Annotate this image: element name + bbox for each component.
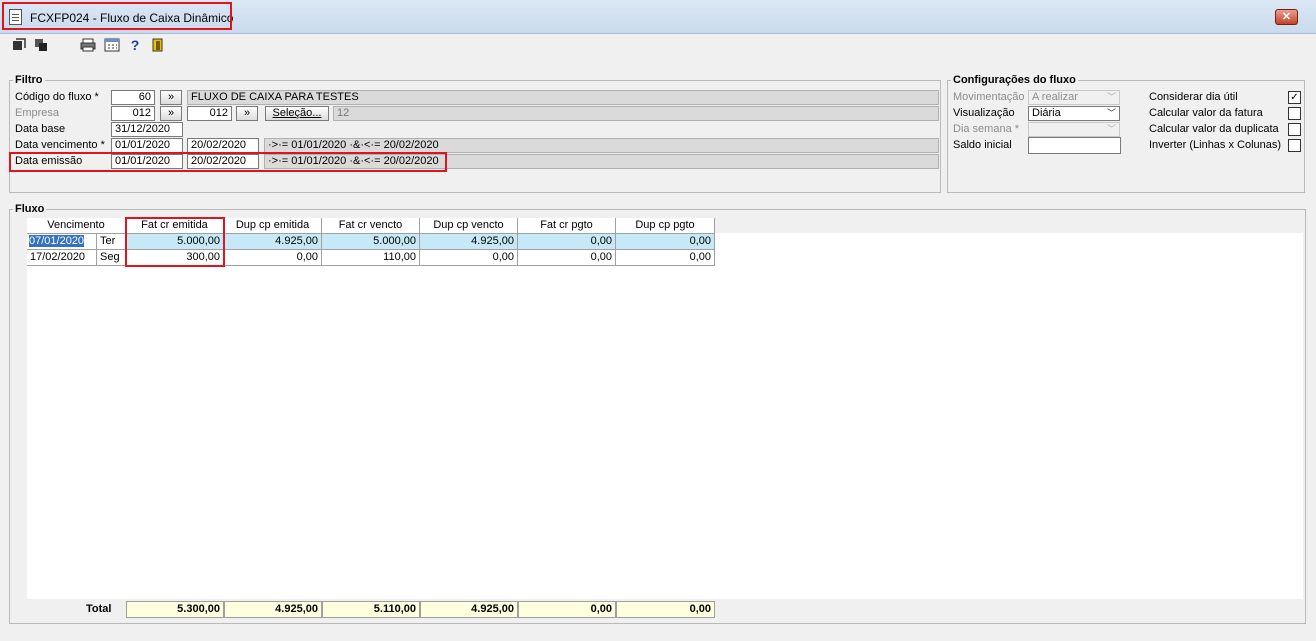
total-fat-cr-vencto: 5.110,00 — [322, 601, 420, 618]
codigo-label: Código do fluxo * — [15, 91, 99, 103]
chevron-down-icon: ﹀ — [1106, 108, 1116, 118]
codigo-lookup-button[interactable]: » — [160, 90, 182, 105]
column-header-dup-cp-pgto[interactable]: Dup cp pgto — [616, 218, 715, 234]
considerar-dia-util-checkbox[interactable]: ✓ — [1288, 91, 1301, 104]
filtro-title: Filtro — [13, 74, 45, 86]
chevron-down-icon: ﹀ — [1106, 124, 1116, 134]
table-cell[interactable]: 4.925,00 — [420, 234, 518, 250]
inverter-checkbox[interactable] — [1288, 139, 1301, 152]
calcular-fatura-label: Calcular valor da fatura — [1149, 107, 1263, 119]
table-row-day: Ter — [97, 234, 126, 250]
total-dup-cp-vencto: 4.925,00 — [420, 601, 518, 618]
considerar-dia-util-label: Considerar dia útil — [1149, 91, 1238, 103]
inverter-label: Inverter (Linhas x Colunas) — [1149, 139, 1282, 151]
total-fat-cr-emitida: 5.300,00 — [126, 601, 224, 618]
data-vencimento-to[interactable]: 20/02/2020 — [187, 138, 259, 153]
data-emissao-expression: ·>·= 01/01/2020 ·&·<·= 20/02/2020 — [264, 154, 939, 169]
data-emissao-from[interactable]: 01/01/2020 — [111, 154, 183, 169]
empresa-field-2[interactable]: 012 — [187, 106, 232, 121]
print-icon[interactable] — [80, 38, 96, 52]
visualizacao-select[interactable]: Diária ﹀ — [1028, 106, 1120, 121]
chevron-down-icon: ﹀ — [1106, 92, 1116, 102]
column-header-dup-cp-vencto[interactable]: Dup cp vencto — [420, 218, 518, 234]
column-header-dup-cp-emitida[interactable]: Dup cp emitida — [224, 218, 322, 234]
visualizacao-value: Diária — [1032, 107, 1061, 119]
table-cell[interactable]: 5.000,00 — [322, 234, 420, 250]
total-dup-cp-emitida: 4.925,00 — [224, 601, 322, 618]
data-vencimento-label: Data vencimento * — [15, 139, 105, 151]
selecao-count: 12 — [333, 106, 939, 121]
data-vencimento-from[interactable]: 01/01/2020 — [111, 138, 183, 153]
table-cell[interactable]: 110,00 — [322, 250, 420, 266]
calculator-icon[interactable] — [104, 38, 120, 52]
document-icon — [9, 9, 22, 25]
column-header-vencimento[interactable]: Vencimento — [27, 218, 126, 234]
date-value: 07/01/2020 — [29, 235, 85, 247]
data-emissao-label: Data emissão — [15, 155, 83, 167]
empresa-lookup-button[interactable]: » — [160, 106, 182, 121]
column-header-fat-cr-emitida[interactable]: Fat cr emitida — [126, 218, 224, 234]
column-header-fat-cr-pgto[interactable]: Fat cr pgto — [518, 218, 616, 234]
empresa-field[interactable]: 012 — [111, 106, 155, 121]
table-cell[interactable]: 0,00 — [420, 250, 518, 266]
fluxo-grid[interactable] — [27, 233, 1303, 599]
table-row-date[interactable]: 07/01/2020 — [27, 234, 97, 250]
codigo-field[interactable]: 60 — [111, 90, 155, 105]
calcular-duplicata-label: Calcular valor da duplicata — [1149, 123, 1279, 135]
copy-icon[interactable] — [34, 38, 48, 52]
total-label: Total — [86, 603, 112, 615]
table-row-day: Seg — [97, 250, 126, 266]
data-emissao-to[interactable]: 20/02/2020 — [187, 154, 259, 169]
table-cell[interactable]: 300,00 — [126, 250, 224, 266]
saldo-inicial-field[interactable] — [1028, 137, 1121, 154]
data-base-label: Data base — [15, 123, 66, 135]
empresa-label: Empresa — [15, 107, 60, 119]
table-cell[interactable]: 0,00 — [518, 250, 616, 266]
help-icon[interactable]: ? — [128, 38, 142, 52]
calcular-duplicata-checkbox[interactable] — [1288, 123, 1301, 136]
empresa-lookup-button-2[interactable]: » — [236, 106, 258, 121]
table-cell[interactable]: 5.000,00 — [126, 234, 224, 250]
movimentacao-value: A realizar — [1032, 91, 1078, 103]
dia-semana-select[interactable]: ﹀ — [1028, 122, 1120, 137]
column-header-fat-cr-vencto[interactable]: Fat cr vencto — [322, 218, 420, 234]
data-base-field[interactable]: 31/12/2020 — [111, 122, 183, 137]
table-cell[interactable]: 0,00 — [518, 234, 616, 250]
selecao-button[interactable]: Seleção... — [265, 106, 329, 121]
visualizacao-label: Visualização — [953, 107, 1015, 119]
total-fat-cr-pgto: 0,00 — [518, 601, 616, 618]
data-vencimento-expression: ·>·= 01/01/2020 ·&·<·= 20/02/2020 — [264, 138, 939, 153]
movimentacao-label: Movimentação — [953, 91, 1025, 103]
table-cell[interactable]: 0,00 — [616, 234, 715, 250]
table-cell[interactable]: 0,00 — [616, 250, 715, 266]
table-cell[interactable]: 0,00 — [224, 250, 322, 266]
codigo-description: FLUXO DE CAIXA PARA TESTES — [187, 90, 939, 105]
table-cell[interactable]: 4.925,00 — [224, 234, 322, 250]
total-dup-cp-pgto: 0,00 — [616, 601, 715, 618]
title-bar: FCXFP024 - Fluxo de Caixa Dinâmico ✕ — [0, 0, 1316, 34]
saldo-inicial-label: Saldo inicial — [953, 139, 1012, 151]
fluxo-title: Fluxo — [13, 203, 47, 215]
exit-icon[interactable] — [151, 38, 165, 52]
calcular-fatura-checkbox[interactable] — [1288, 107, 1301, 120]
arrow-in-icon[interactable] — [12, 38, 26, 52]
config-title: Configurações do fluxo — [951, 74, 1078, 86]
table-row-date[interactable]: 17/02/2020 — [27, 250, 97, 266]
movimentacao-select[interactable]: A realizar ﹀ — [1028, 90, 1120, 105]
dia-semana-label: Dia semana * — [953, 123, 1020, 135]
window-title: FCXFP024 - Fluxo de Caixa Dinâmico — [30, 11, 234, 25]
close-button[interactable]: ✕ — [1275, 9, 1298, 25]
